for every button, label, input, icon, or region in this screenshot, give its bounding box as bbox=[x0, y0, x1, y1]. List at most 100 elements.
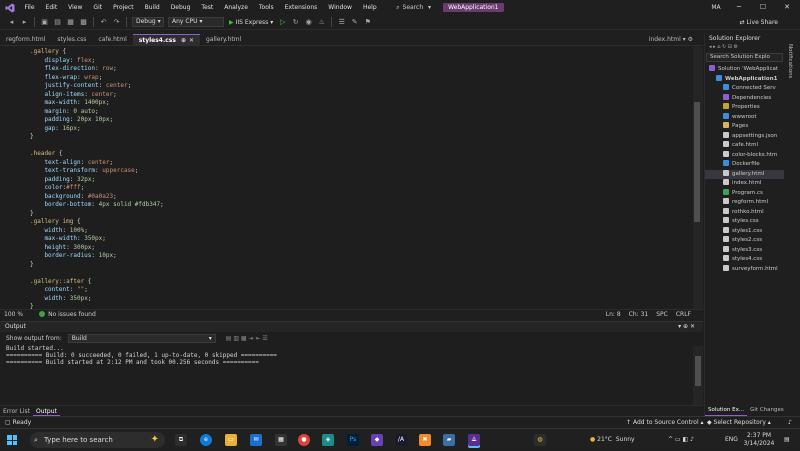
column-number[interactable]: Ch: 31 bbox=[629, 311, 649, 318]
tab-gallery[interactable]: gallery.html bbox=[200, 34, 247, 45]
photoshop-icon[interactable]: Ps bbox=[347, 434, 359, 446]
solution-search-input[interactable]: Search Solution Explo bbox=[706, 53, 783, 62]
account-avatar[interactable]: MA bbox=[709, 3, 723, 12]
output-tool-icons[interactable]: ▤ ▥ ▦ ⇥ ⇤ ☰ bbox=[226, 335, 268, 342]
undo-icon[interactable]: ↶ bbox=[99, 17, 109, 27]
mail-icon[interactable]: ✉ bbox=[250, 434, 262, 446]
code-line[interactable]: border-radius: 10px; bbox=[30, 252, 164, 261]
menu-item-tools[interactable]: Tools bbox=[253, 0, 279, 15]
line-ending[interactable]: CRLF bbox=[676, 311, 691, 318]
zoom-level[interactable]: 100 % bbox=[4, 311, 23, 318]
code-line[interactable] bbox=[30, 269, 164, 278]
tree-item[interactable]: cafe.html bbox=[705, 141, 784, 151]
tab-error-list[interactable]: Error List bbox=[0, 406, 33, 416]
bookmark-icon[interactable]: ⚑ bbox=[363, 17, 373, 27]
whitespace-mode[interactable]: SPC bbox=[656, 311, 668, 318]
code-line[interactable]: .gallery::after { bbox=[30, 278, 164, 287]
tree-item[interactable]: styles.css bbox=[705, 217, 784, 227]
issues-indicator[interactable]: No issues found bbox=[39, 311, 96, 318]
menu-item-help[interactable]: Help bbox=[357, 0, 382, 15]
tree-item[interactable]: index.html bbox=[705, 179, 784, 189]
tab-styles4[interactable]: styles4.css ⊕ ✕ bbox=[132, 34, 201, 45]
clock[interactable]: 2:37 PM 3/14/2024 bbox=[741, 432, 777, 447]
tree-item[interactable]: Program.cs bbox=[705, 188, 784, 199]
weather-widget[interactable]: ● 21°C Sunny bbox=[590, 429, 635, 451]
tree-item[interactable]: wwwroot bbox=[705, 112, 784, 123]
settings-icon[interactable]: ⚙ bbox=[688, 36, 693, 43]
menu-item-debug[interactable]: Debug bbox=[165, 0, 196, 15]
run-button[interactable]: ▶ IIS Express ▾ bbox=[229, 19, 273, 26]
code-line[interactable]: width: 100%; bbox=[30, 227, 164, 236]
start-button[interactable] bbox=[7, 435, 17, 445]
search-button[interactable]: ⌕ Search ▾ bbox=[390, 0, 437, 15]
notification-bell-icon[interactable]: ♪ bbox=[788, 417, 792, 428]
tab-styles[interactable]: styles.css bbox=[51, 34, 92, 45]
tree-item[interactable]: Solution 'WebApplicat bbox=[705, 65, 784, 75]
comment-icon[interactable]: ✎ bbox=[350, 17, 360, 27]
menu-item-build[interactable]: Build bbox=[139, 0, 165, 15]
code-line[interactable]: text-align: center; bbox=[30, 159, 164, 168]
select-repository[interactable]: ◆ Select Repository ▴ bbox=[707, 417, 771, 428]
code-line[interactable]: color:#fff; bbox=[30, 184, 164, 193]
code-line[interactable]: align-items: center; bbox=[30, 91, 164, 100]
menu-item-test[interactable]: Test bbox=[196, 0, 219, 15]
pin-icon[interactable]: ⊕ bbox=[181, 37, 186, 44]
code-line[interactable]: } bbox=[30, 261, 164, 270]
menu-item-view[interactable]: View bbox=[63, 0, 88, 15]
tree-item[interactable]: styles1.css bbox=[705, 226, 784, 237]
code-line[interactable]: justify-content: center; bbox=[30, 82, 164, 91]
taskbar-search-input[interactable]: ⌕ Type here to search ✦ bbox=[30, 432, 165, 448]
tree-item[interactable]: styles4.css bbox=[705, 255, 784, 265]
reload-icon[interactable]: ↻ bbox=[291, 17, 301, 27]
azure-data-studio-icon[interactable]: ◈ bbox=[322, 434, 334, 446]
tab-output[interactable]: Output bbox=[33, 406, 60, 416]
close-tab-icon[interactable]: ✕ bbox=[189, 37, 194, 44]
close-button[interactable]: ✕ bbox=[775, 0, 799, 15]
menu-item-extensions[interactable]: Extensions bbox=[279, 0, 323, 15]
redo-icon[interactable]: ↷ bbox=[112, 17, 122, 27]
open-folder-icon[interactable]: ▤ bbox=[53, 17, 63, 27]
visual-studio-app-icon[interactable]: ◆ bbox=[371, 434, 383, 446]
scrollbar-thumb[interactable] bbox=[694, 102, 700, 222]
format-icon[interactable]: ☰ bbox=[337, 17, 347, 27]
tree-item[interactable]: WebApplication1 bbox=[705, 74, 784, 85]
code-line[interactable]: text-transform: uppercase; bbox=[30, 167, 164, 176]
tree-item[interactable]: gallery.html bbox=[705, 169, 784, 179]
platform-select[interactable]: Any CPU ▾ bbox=[168, 17, 224, 27]
start-without-debugging-icon[interactable]: ▷ bbox=[278, 17, 288, 27]
code-line[interactable]: margin: 0 auto; bbox=[30, 108, 164, 117]
code-app-icon[interactable]: /A bbox=[395, 434, 407, 446]
visual-studio-taskbar-icon[interactable]: ⟁ bbox=[468, 434, 480, 446]
task-view-icon[interactable]: ⧉ bbox=[175, 434, 187, 446]
menu-item-edit[interactable]: Edit bbox=[40, 0, 63, 15]
ai-chat-icon[interactable]: ◍ bbox=[534, 434, 546, 446]
notifications-strip[interactable]: Notifications bbox=[785, 34, 800, 416]
forward-icon[interactable]: ▸ bbox=[20, 17, 30, 27]
tab-git-changes[interactable]: Git Changes bbox=[747, 405, 787, 416]
tree-item[interactable]: regform.html bbox=[705, 198, 784, 208]
xampp-icon[interactable]: ✖ bbox=[419, 434, 431, 446]
notes-app-icon[interactable]: ▰ bbox=[443, 434, 455, 446]
minimize-button[interactable]: ─ bbox=[727, 0, 751, 15]
tab-solution-explorer[interactable]: Solution Ex... bbox=[705, 405, 748, 416]
back-icon[interactable]: ◂ bbox=[7, 17, 17, 27]
code-line[interactable] bbox=[30, 142, 164, 151]
chrome-icon[interactable]: ● bbox=[298, 434, 310, 446]
tree-item[interactable]: Dependencies bbox=[705, 93, 784, 104]
store-icon[interactable]: ▦ bbox=[275, 434, 287, 446]
code-content[interactable]: .gallery { display: flex; flex-direction… bbox=[30, 48, 164, 309]
menu-item-project[interactable]: Project bbox=[108, 0, 140, 15]
output-source-select[interactable]: Build ▾ bbox=[67, 333, 216, 343]
edge-icon[interactable]: e bbox=[200, 434, 212, 446]
code-line[interactable]: display: flex; bbox=[30, 57, 164, 66]
add-to-source-control[interactable]: ↑ Add to Source Control ▴ bbox=[626, 417, 704, 428]
file-explorer-icon[interactable]: ▭ bbox=[225, 434, 237, 446]
code-line[interactable]: .gallery img { bbox=[30, 218, 164, 227]
browser-icon[interactable]: ◉ bbox=[304, 17, 314, 27]
code-line[interactable]: padding: 20px 10px; bbox=[30, 116, 164, 125]
tab-cafe[interactable]: cafe.html bbox=[92, 34, 132, 45]
tray-icons[interactable]: ^ ▭ ◧ ♪ bbox=[668, 429, 694, 451]
notification-center-icon[interactable]: ▤ bbox=[784, 429, 790, 451]
code-line[interactable]: padding: 32px; bbox=[30, 176, 164, 185]
menu-item-window[interactable]: Window bbox=[323, 0, 358, 15]
